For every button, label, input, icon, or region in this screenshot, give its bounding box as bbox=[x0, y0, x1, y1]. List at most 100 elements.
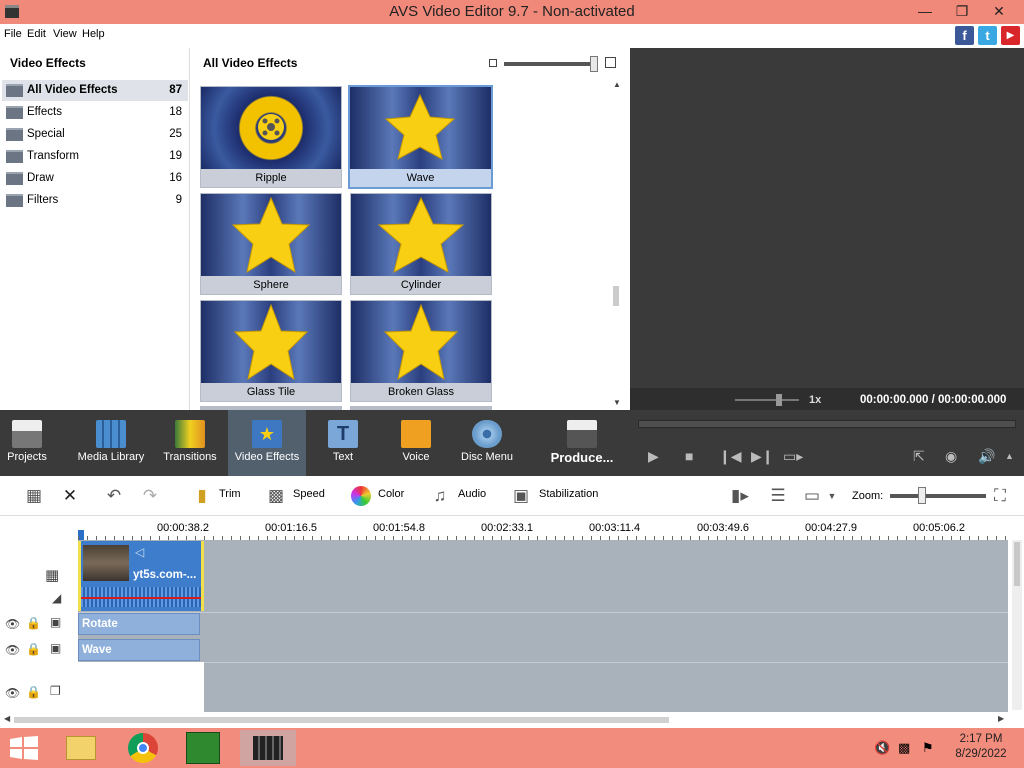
next-frame-icon[interactable]: ▶❙ bbox=[751, 448, 774, 465]
timeline-zoom-slider[interactable] bbox=[890, 494, 986, 498]
disc-menu-button[interactable]: Disc Menu bbox=[456, 410, 518, 476]
aspect-dropdown-icon[interactable]: ▼ bbox=[822, 486, 842, 506]
chrome-icon[interactable] bbox=[120, 730, 166, 766]
split-icon[interactable]: ▮▸ bbox=[730, 486, 750, 506]
clip-volume-line[interactable] bbox=[81, 597, 201, 599]
file-explorer-icon[interactable] bbox=[58, 730, 104, 766]
audio-mute-icon[interactable]: ◢ bbox=[52, 591, 61, 605]
produce-button[interactable]: Produce... bbox=[546, 410, 618, 476]
scroll-up-icon[interactable]: ▲ bbox=[613, 80, 621, 89]
effect-sphere[interactable]: Sphere bbox=[200, 193, 342, 295]
camera-icon[interactable]: ▣ bbox=[511, 486, 531, 506]
scrollbar-thumb[interactable] bbox=[1014, 542, 1020, 586]
menu-file[interactable]: File bbox=[4, 28, 22, 40]
video-clip[interactable]: ◁ yt5s.com-... bbox=[78, 541, 204, 611]
effect-cylinder[interactable]: Cylinder bbox=[350, 193, 492, 295]
voice-button[interactable]: Voice bbox=[388, 410, 444, 476]
lock-icon[interactable]: 🔒 bbox=[26, 685, 41, 699]
volume-icon[interactable]: 🔊 bbox=[978, 448, 995, 465]
effect-ripple[interactable]: Ripple bbox=[200, 86, 342, 188]
speed-button[interactable]: Speed bbox=[293, 488, 325, 500]
detach-preview-icon[interactable]: ⇱ bbox=[913, 448, 925, 465]
small-thumbnails-icon[interactable] bbox=[489, 59, 497, 67]
category-effects[interactable]: Effects 18 bbox=[2, 102, 188, 123]
effect-track-rotate[interactable]: Rotate bbox=[78, 613, 200, 635]
scroll-down-icon[interactable]: ▼ bbox=[613, 398, 621, 407]
video-effects-button[interactable]: ★ Video Effects bbox=[228, 410, 306, 476]
large-thumbnails-icon[interactable] bbox=[605, 57, 616, 68]
effect-broken-glass[interactable]: Broken Glass bbox=[350, 300, 492, 402]
stop-icon[interactable]: ■ bbox=[685, 448, 693, 464]
effect-wave[interactable]: Wave bbox=[348, 85, 493, 189]
green-monster-app-icon[interactable] bbox=[180, 730, 226, 766]
avs-taskbar-icon[interactable] bbox=[240, 730, 296, 766]
category-special[interactable]: Special 25 bbox=[2, 124, 188, 145]
transitions-icon bbox=[175, 420, 205, 448]
thumbnail-size-slider[interactable] bbox=[504, 62, 596, 66]
speed-icon[interactable]: ▩ bbox=[266, 486, 286, 506]
facebook-icon[interactable]: f bbox=[955, 26, 974, 45]
effects-vertical-scrollbar[interactable]: ▲ ▼ bbox=[612, 80, 622, 410]
menu-help[interactable]: Help bbox=[82, 28, 105, 40]
youtube-icon[interactable]: ▶ bbox=[1001, 26, 1020, 45]
play-icon[interactable]: ▶ bbox=[648, 448, 659, 465]
lock-icon[interactable]: 🔒 bbox=[26, 642, 41, 656]
lock-icon[interactable]: 🔒 bbox=[26, 616, 41, 630]
eye-icon[interactable]: 👁 bbox=[5, 686, 20, 700]
thumbnail-size-slider-handle[interactable] bbox=[590, 56, 598, 72]
effect-label: Glass Tile bbox=[246, 386, 296, 398]
category-draw[interactable]: Draw 16 bbox=[2, 168, 188, 189]
aspect-ratio-icon[interactable]: ▭ bbox=[802, 486, 822, 506]
preview-seek-bar[interactable] bbox=[638, 420, 1016, 428]
effect-glass-tile[interactable]: Glass Tile bbox=[200, 300, 342, 402]
projects-button[interactable]: Projects bbox=[0, 410, 54, 476]
restore-button[interactable]: ❐ bbox=[945, 0, 979, 22]
trim-button[interactable]: Trim bbox=[219, 488, 241, 500]
timeline-zoom-slider-handle[interactable] bbox=[918, 487, 926, 504]
category-transform[interactable]: Transform 19 bbox=[2, 146, 188, 167]
scrollbar-thumb[interactable] bbox=[613, 286, 619, 306]
timeline-vertical-scrollbar[interactable] bbox=[1012, 540, 1022, 710]
delete-icon[interactable]: ✕ bbox=[60, 486, 80, 506]
previous-frame-icon[interactable]: ❙◀ bbox=[719, 448, 742, 465]
action-center-icon[interactable]: ⚑ bbox=[922, 740, 934, 756]
fullscreen-play-icon[interactable]: ▭▸ bbox=[783, 448, 803, 465]
timeline-tracks-area[interactable] bbox=[78, 540, 1008, 712]
fit-to-window-icon[interactable]: ⛶ bbox=[990, 486, 1010, 506]
category-all-video-effects[interactable]: All Video Effects 87 bbox=[2, 80, 188, 101]
close-button[interactable]: ✕ bbox=[982, 0, 1016, 22]
color-wheel-icon[interactable] bbox=[351, 486, 371, 506]
scroll-right-icon[interactable]: ▶ bbox=[998, 714, 1004, 723]
snapshot-icon[interactable]: ◉ bbox=[945, 448, 957, 465]
eye-icon[interactable]: 👁 bbox=[5, 643, 20, 657]
text-button[interactable]: T Text bbox=[314, 410, 372, 476]
storyboard-view-icon[interactable]: ▦ bbox=[24, 486, 44, 506]
minimize-button[interactable]: — bbox=[908, 0, 942, 22]
scroll-left-icon[interactable]: ◀ bbox=[4, 714, 10, 723]
effect-track-wave[interactable]: Wave bbox=[78, 639, 200, 661]
transitions-button[interactable]: Transitions bbox=[158, 410, 222, 476]
playback-speed-slider[interactable] bbox=[735, 399, 799, 401]
timeline-ruler[interactable]: 00:00:38.2 00:01:16.5 00:01:54.8 00:02:3… bbox=[0, 516, 1024, 540]
stabilization-button[interactable]: Stabilization bbox=[539, 488, 598, 500]
audio-mixer-icon[interactable]: ☰ bbox=[768, 486, 788, 506]
music-note-icon[interactable]: ♫ bbox=[430, 486, 450, 506]
volume-dropdown-icon[interactable]: ▲ bbox=[1005, 451, 1014, 461]
playback-speed-slider-handle[interactable] bbox=[776, 394, 782, 406]
menu-edit[interactable]: Edit bbox=[27, 28, 46, 40]
trim-icon[interactable]: ▮ bbox=[192, 486, 212, 506]
twitter-icon[interactable]: t bbox=[978, 26, 997, 45]
network-icon[interactable]: ▩ bbox=[898, 740, 910, 756]
timeline-horizontal-scrollbar[interactable] bbox=[14, 717, 669, 723]
media-library-button[interactable]: Media Library bbox=[74, 410, 148, 476]
undo-icon[interactable]: ↶ bbox=[104, 486, 124, 506]
color-button[interactable]: Color bbox=[378, 488, 404, 500]
redo-icon[interactable]: ↷ bbox=[140, 486, 160, 506]
windows-start-icon[interactable] bbox=[10, 736, 38, 760]
taskbar-clock[interactable]: 2:17 PM 8/29/2022 bbox=[946, 733, 1016, 760]
category-filters[interactable]: Filters 9 bbox=[2, 190, 188, 211]
menu-view[interactable]: View bbox=[53, 28, 77, 40]
audio-button[interactable]: Audio bbox=[458, 488, 486, 500]
eye-icon[interactable]: 👁 bbox=[5, 617, 20, 631]
speaker-muted-icon[interactable]: 🔇 bbox=[874, 740, 890, 756]
